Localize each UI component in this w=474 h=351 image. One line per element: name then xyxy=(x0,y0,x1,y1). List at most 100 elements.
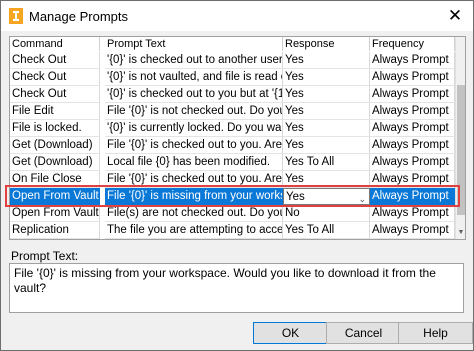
selected-row-highlight xyxy=(5,185,460,207)
prompt-text-cell-text: File '{0}' is checked out to you. Are yo… xyxy=(107,173,283,185)
command-cell-text: Check Out xyxy=(12,88,67,100)
frequency-cell-text: Always Prompt xyxy=(372,71,449,83)
prompt-text-cell[interactable]: '{0}' is currently locked. Do you want t… xyxy=(105,120,283,137)
frequency-cell[interactable]: Always Prompt xyxy=(370,69,455,86)
table-header: Command Prompt Text Response Frequency xyxy=(10,37,455,51)
column-header-frequency[interactable]: Frequency xyxy=(370,37,455,51)
response-cell[interactable]: Yes xyxy=(283,69,370,86)
command-cell-text: Check Out xyxy=(12,54,67,66)
command-cell[interactable]: Check Out xyxy=(10,86,100,103)
response-cell-text: Yes xyxy=(285,54,304,66)
response-cell-text: Yes To All xyxy=(285,156,335,168)
response-cell-text: Yes xyxy=(285,88,304,100)
response-cell[interactable]: Yes To All xyxy=(283,222,370,239)
response-cell[interactable]: Yes xyxy=(283,103,370,120)
close-button[interactable]: ✕ xyxy=(443,5,467,27)
response-cell-text: Yes xyxy=(285,122,304,134)
command-cell-text: File is locked. xyxy=(12,122,82,134)
frequency-cell[interactable]: Always Prompt xyxy=(370,154,455,171)
prompt-text-cell[interactable]: File '{0}' is not checked out. Do you wa… xyxy=(105,103,283,120)
frequency-cell[interactable]: Always Prompt xyxy=(370,103,455,120)
command-cell-text: File Edit xyxy=(12,105,54,117)
ok-button[interactable]: OK xyxy=(253,322,328,344)
prompt-text-cell[interactable]: '{0}' is checked out to another user. Do xyxy=(105,52,283,69)
command-cell[interactable]: Get (Download) xyxy=(10,154,100,171)
column-header-command[interactable]: Command xyxy=(10,37,100,51)
response-cell[interactable]: No xyxy=(283,205,370,222)
prompt-text-cell-text: The file you are attempting to access h.… xyxy=(107,224,283,236)
frequency-cell-text: Always Prompt xyxy=(372,224,449,236)
command-cell[interactable]: Open From Vault xyxy=(10,205,100,222)
prompt-text-cell-text: File '{0}' is not checked out. Do you wa… xyxy=(107,105,282,117)
frequency-cell-text: Always Prompt xyxy=(372,122,449,134)
response-cell[interactable]: Yes To All xyxy=(283,154,370,171)
vertical-scrollbar[interactable]: ▼ xyxy=(455,37,465,239)
cancel-button[interactable]: Cancel xyxy=(326,322,401,344)
response-cell[interactable]: Yes xyxy=(283,137,370,154)
help-button[interactable]: Help xyxy=(398,322,473,344)
prompt-text-label: Prompt Text: xyxy=(11,249,79,263)
prompts-table: Command Prompt Text Response Frequency C… xyxy=(9,36,466,240)
table-row[interactable]: File Edit File '{0}' is not checked out. … xyxy=(10,103,455,120)
frequency-cell[interactable]: Always Prompt xyxy=(370,205,455,222)
response-cell[interactable]: Yes xyxy=(283,52,370,69)
frequency-cell[interactable]: Always Prompt xyxy=(370,52,455,69)
table-row[interactable]: Check Out '{0}' is not vaulted, and file … xyxy=(10,69,455,86)
frequency-cell[interactable]: Always Prompt xyxy=(370,222,455,239)
prompt-text-cell[interactable]: File(s) are not checked out. Do you wan.… xyxy=(105,205,283,222)
table-row[interactable]: Get (Download) Local file {0} has been mo… xyxy=(10,154,455,171)
frequency-cell[interactable]: Always Prompt xyxy=(370,137,455,154)
response-cell-text: Yes To All xyxy=(285,224,335,236)
prompt-text-cell-text: File(s) are not checked out. Do you wan.… xyxy=(107,207,282,219)
table-row[interactable]: Get (Download) File '{0}' is checked out … xyxy=(10,137,455,154)
frequency-cell-text: Always Prompt xyxy=(372,105,449,117)
column-header-prompt-text[interactable]: Prompt Text xyxy=(105,37,283,51)
table-row[interactable]: Check Out '{0}' is checked out to another… xyxy=(10,52,455,69)
prompt-text-cell-text: '{0}' is not vaulted, and file is read o… xyxy=(107,71,282,83)
response-cell[interactable]: Yes xyxy=(283,120,370,137)
frequency-cell-text: Always Prompt xyxy=(372,207,449,219)
command-cell-text: Check Out xyxy=(12,71,67,83)
command-cell[interactable]: Get (Download) xyxy=(10,137,100,154)
command-cell-text: Get (Download) xyxy=(12,156,93,168)
app-icon xyxy=(9,8,23,24)
prompt-text-cell-text: '{0}' is checked out to another user. Do xyxy=(107,54,283,66)
table-row[interactable]: File is locked. '{0}' is currently locked… xyxy=(10,120,455,137)
command-cell-text: Get (Download) xyxy=(12,139,93,151)
prompt-text-cell[interactable]: Local file {0} has been modified. xyxy=(105,154,283,171)
frequency-cell-text: Always Prompt xyxy=(372,139,449,151)
frequency-cell[interactable]: Always Prompt xyxy=(370,86,455,103)
frequency-cell[interactable]: Always Prompt xyxy=(370,120,455,137)
frequency-cell-text: Always Prompt xyxy=(372,156,449,168)
frequency-cell-text: Always Prompt xyxy=(372,54,449,66)
command-cell[interactable]: Check Out xyxy=(10,52,100,69)
response-cell-text: Yes xyxy=(285,71,304,83)
response-cell-text: Yes xyxy=(285,173,304,185)
title-bar: Manage Prompts ✕ xyxy=(1,1,473,31)
table-row[interactable]: Open From Vault File(s) are not checked o… xyxy=(10,205,455,222)
column-header-response[interactable]: Response xyxy=(283,37,370,51)
command-cell[interactable]: File is locked. xyxy=(10,120,100,137)
prompt-text-cell[interactable]: '{0}' is checked out to you but at '{1}'… xyxy=(105,86,283,103)
table-row[interactable]: Check Out '{0}' is checked out to you but… xyxy=(10,86,455,103)
response-cell-text: No xyxy=(285,207,300,219)
command-cell-text: Replication xyxy=(12,224,69,236)
window-title: Manage Prompts xyxy=(29,9,128,24)
frequency-cell-text: Always Prompt xyxy=(372,173,449,185)
response-cell-text: Yes xyxy=(285,139,304,151)
command-cell[interactable]: File Edit xyxy=(10,103,100,120)
command-cell[interactable]: Replication xyxy=(10,222,100,239)
prompt-text-cell[interactable]: The file you are attempting to access h.… xyxy=(105,222,283,239)
response-cell[interactable]: Yes xyxy=(283,86,370,103)
prompt-text-field[interactable]: File '{0}' is missing from your workspac… xyxy=(9,263,464,313)
command-cell[interactable]: Check Out xyxy=(10,69,100,86)
response-cell-text: Yes xyxy=(285,105,304,117)
scroll-down-arrow-icon[interactable]: ▼ xyxy=(456,227,465,239)
table-row[interactable]: Replication The file you are attempting t… xyxy=(10,222,455,239)
prompt-text-cell[interactable]: File '{0}' is checked out to you. Are yo… xyxy=(105,137,283,154)
prompt-text-cell[interactable]: '{0}' is not vaulted, and file is read o… xyxy=(105,69,283,86)
command-cell-text: Open From Vault xyxy=(12,207,99,219)
prompt-text-cell-text: Local file {0} has been modified. xyxy=(107,156,271,168)
prompt-text-cell-text: '{0}' is checked out to you but at '{1}'… xyxy=(107,88,283,100)
command-cell-text: On File Close xyxy=(12,173,82,185)
